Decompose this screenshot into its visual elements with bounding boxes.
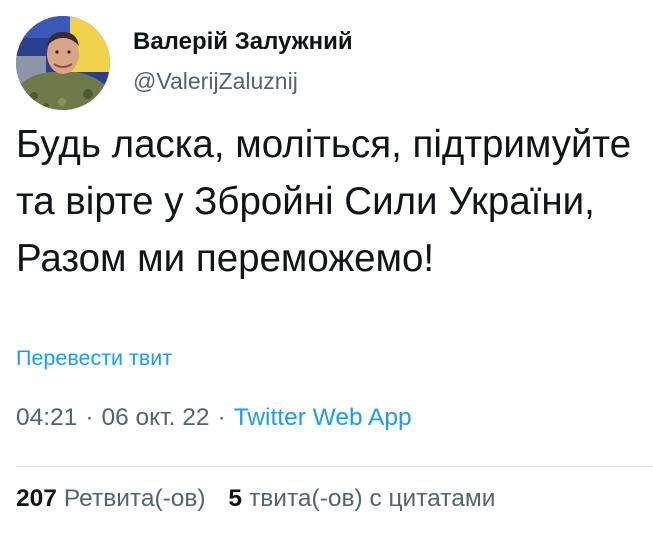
quotes-count: 5 — [228, 485, 243, 512]
tweet-text: Будь ласка, моліться, підтримуйте та вір… — [16, 123, 632, 280]
tweet-stats: 207 Ретвита(-ов) 5 твита(-ов) с цитатами — [16, 485, 495, 513]
tweet-time[interactable]: 04:21 — [16, 404, 77, 431]
tweet-date[interactable]: 06 окт. 22 — [101, 404, 209, 431]
author-handle[interactable]: @ValerijZaluznij — [133, 68, 298, 95]
avatar-image — [16, 16, 110, 110]
author-name[interactable]: Валерій Залужний — [133, 28, 353, 56]
retweets-count: 207 — [16, 485, 57, 512]
avatar[interactable] — [16, 16, 110, 110]
divider — [16, 466, 653, 467]
meta-separator: · — [217, 404, 226, 431]
retweets-stat[interactable]: 207 Ретвита(-ов) — [16, 485, 206, 512]
translate-tweet-link[interactable]: Перевести твит — [16, 346, 172, 371]
tweet-meta: 04:21 · 06 окт. 22 · Twitter Web App — [16, 404, 412, 432]
tweet-source-link[interactable]: Twitter Web App — [234, 404, 412, 431]
quotes-label: твита(-ов) с цитатами — [249, 485, 496, 512]
meta-separator: · — [85, 404, 94, 431]
retweets-label: Ретвита(-ов) — [63, 485, 206, 512]
quotes-stat[interactable]: 5 твита(-ов) с цитатами — [228, 485, 495, 512]
